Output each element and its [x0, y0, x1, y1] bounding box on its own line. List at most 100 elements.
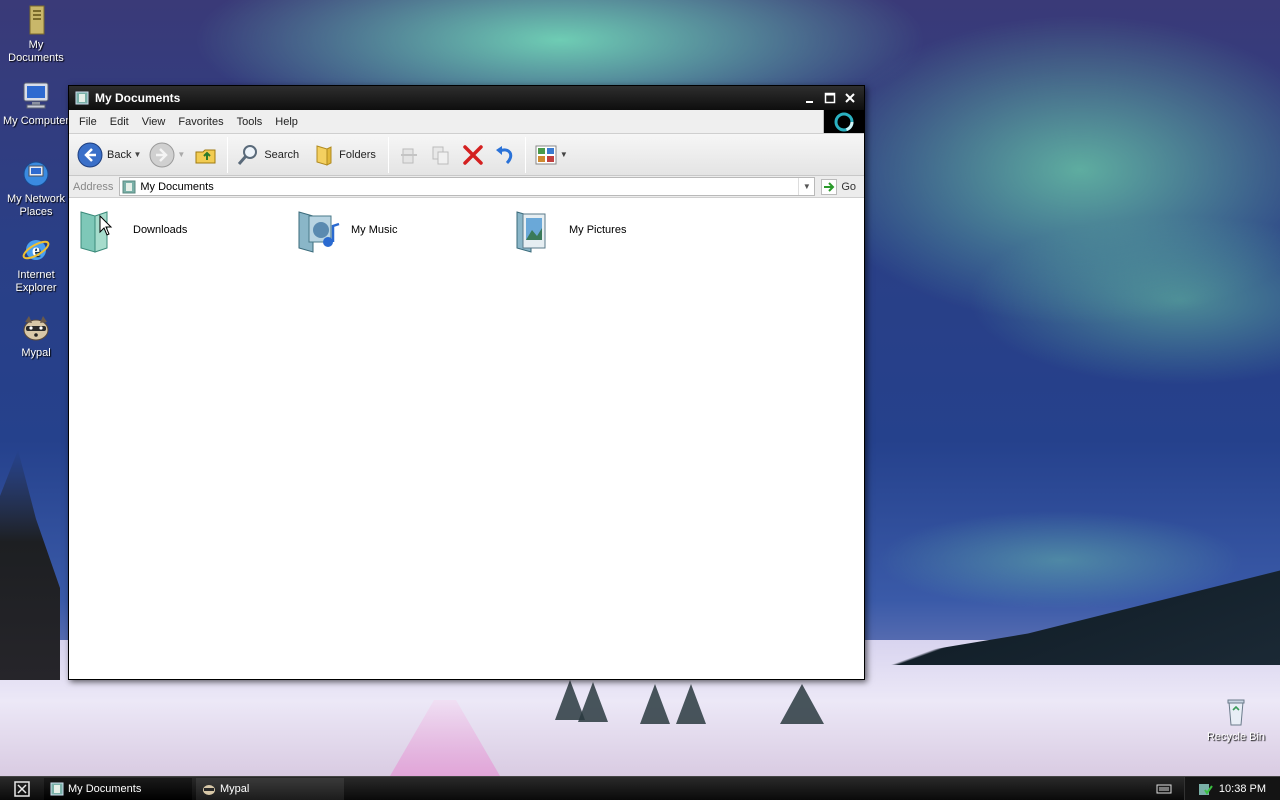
pictures-folder-icon: [516, 211, 546, 253]
minimize-icon: [806, 101, 813, 103]
views-button[interactable]: ▼: [530, 139, 572, 171]
menu-bar: File Edit View Favorites Tools Help: [69, 110, 824, 133]
undo-button[interactable]: [489, 139, 521, 171]
go-arrow-icon: [821, 178, 838, 195]
search-label: Search: [264, 148, 300, 161]
back-dropdown-icon[interactable]: ▼: [133, 150, 141, 159]
taskbar-item-label: My Documents: [68, 782, 142, 795]
desktop-icon-label: My Computer: [2, 115, 70, 127]
standard-toolbar: Back ▼ ▼ Search Folders ▼: [69, 134, 864, 176]
menu-file[interactable]: File: [73, 114, 103, 130]
computer-icon: [23, 82, 49, 109]
file-item-my-music[interactable]: My Music: [295, 206, 397, 254]
folders-label: Folders: [339, 148, 376, 161]
views-dropdown-icon[interactable]: ▼: [560, 150, 568, 159]
safely-remove-hardware-icon[interactable]: [1197, 781, 1213, 797]
address-value: My Documents: [140, 180, 214, 193]
mouse-cursor-icon: [99, 215, 113, 236]
menu-edit[interactable]: Edit: [104, 114, 135, 130]
desktop-icon-label: My Documents: [8, 39, 64, 64]
forward-arrow-icon: [149, 142, 175, 167]
music-folder-icon: [298, 211, 340, 253]
clock[interactable]: 10:38 PM: [1219, 783, 1266, 795]
file-list-view: Downloads My Music My Pictures: [69, 198, 864, 679]
forward-button[interactable]: ▼: [145, 139, 189, 171]
go-label: Go: [841, 180, 856, 193]
desktop-icon-my-computer[interactable]: My Computer: [0, 80, 72, 128]
back-label: Back: [107, 148, 132, 161]
minimize-button[interactable]: [802, 90, 818, 106]
taskbar: My Documents Mypal 10:38 PM: [0, 776, 1280, 800]
system-tray: 10:38 PM: [1144, 776, 1280, 800]
toolbar-separator: [387, 136, 389, 173]
desktop-icon-my-network-places[interactable]: My Network Places: [0, 158, 72, 219]
toolbar-separator: [524, 136, 526, 173]
keyboard-layout-button[interactable]: [1144, 783, 1184, 795]
maximize-button[interactable]: [822, 90, 838, 106]
up-folder-button[interactable]: [189, 139, 223, 171]
toolbar-separator: [227, 136, 229, 173]
start-logo-icon: [14, 780, 30, 797]
address-dropdown-icon[interactable]: ▼: [798, 178, 814, 195]
mypal-raccoon-icon: [23, 316, 49, 341]
desktop-icon-recycle-bin[interactable]: Recycle Bin: [1200, 696, 1272, 744]
activity-throbber: [824, 110, 864, 133]
copy-to-icon: [432, 146, 449, 164]
forward-dropdown-icon[interactable]: ▼: [177, 150, 185, 159]
documents-task-icon: [50, 782, 64, 795]
explorer-window: My Documents File Edit View Favorites To…: [68, 85, 865, 680]
menu-favorites[interactable]: Favorites: [172, 114, 229, 130]
go-button[interactable]: Go: [815, 178, 864, 195]
menu-tools[interactable]: Tools: [231, 114, 269, 130]
file-item-label: My Music: [351, 224, 398, 236]
documents-folder-icon: [29, 5, 45, 35]
search-button[interactable]: Search: [232, 139, 303, 171]
title-bar[interactable]: My Documents: [69, 86, 864, 110]
recycle-bin-icon: [1227, 699, 1245, 726]
views-icon: [535, 145, 557, 164]
move-to-button[interactable]: [393, 139, 425, 171]
menu-help[interactable]: Help: [269, 114, 304, 130]
address-field[interactable]: My Documents ▼: [119, 177, 816, 196]
menu-view[interactable]: View: [136, 114, 172, 130]
notification-area: 10:38 PM: [1183, 776, 1280, 800]
documents-address-icon: [122, 180, 136, 193]
taskbar-item-label: Mypal: [220, 782, 250, 795]
close-icon: [845, 93, 855, 103]
search-icon: [238, 144, 258, 165]
delete-x-icon: [463, 144, 483, 165]
keyboard-icon: [1156, 784, 1172, 793]
move-to-icon: [400, 148, 417, 163]
file-item-my-pictures[interactable]: My Pictures: [513, 206, 626, 254]
file-item-label: Downloads: [133, 224, 188, 236]
file-item-downloads[interactable]: Downloads: [77, 206, 187, 254]
address-label: Address: [73, 180, 114, 193]
desktop-icon-my-documents[interactable]: My Documents: [0, 4, 72, 65]
undo-icon: [495, 145, 513, 164]
window-title: My Documents: [95, 91, 181, 105]
desktop-icon-mypal[interactable]: Mypal: [0, 312, 72, 360]
desktop-icon-label: Recycle Bin: [1206, 731, 1266, 743]
documents-window-icon: [75, 91, 89, 105]
start-button[interactable]: [0, 777, 44, 800]
internet-explorer-icon: e: [22, 240, 50, 260]
address-bar: Address My Documents ▼ Go: [69, 176, 864, 198]
up-folder-icon: [195, 149, 216, 163]
folders-icon: [316, 144, 332, 166]
desktop-icon-label: Internet Explorer: [15, 269, 57, 294]
folders-button[interactable]: Folders: [309, 139, 380, 171]
desktop-icon-internet-explorer[interactable]: e Internet Explorer: [0, 234, 72, 295]
close-button[interactable]: [842, 90, 858, 106]
desktop-icon-label: My Network Places: [6, 193, 66, 218]
copy-to-button[interactable]: [425, 139, 457, 171]
file-item-label: My Pictures: [569, 224, 627, 236]
network-icon: [23, 161, 49, 187]
wallpaper-forest: [0, 450, 60, 680]
taskbar-item-mypal[interactable]: Mypal: [196, 777, 344, 800]
desktop-icon-label: Mypal: [21, 347, 51, 359]
throbber-ring-icon: [834, 112, 854, 131]
back-button[interactable]: Back ▼: [73, 139, 145, 171]
taskbar-item-my-documents[interactable]: My Documents: [44, 777, 192, 800]
delete-button[interactable]: [457, 139, 489, 171]
maximize-icon: [824, 92, 836, 104]
